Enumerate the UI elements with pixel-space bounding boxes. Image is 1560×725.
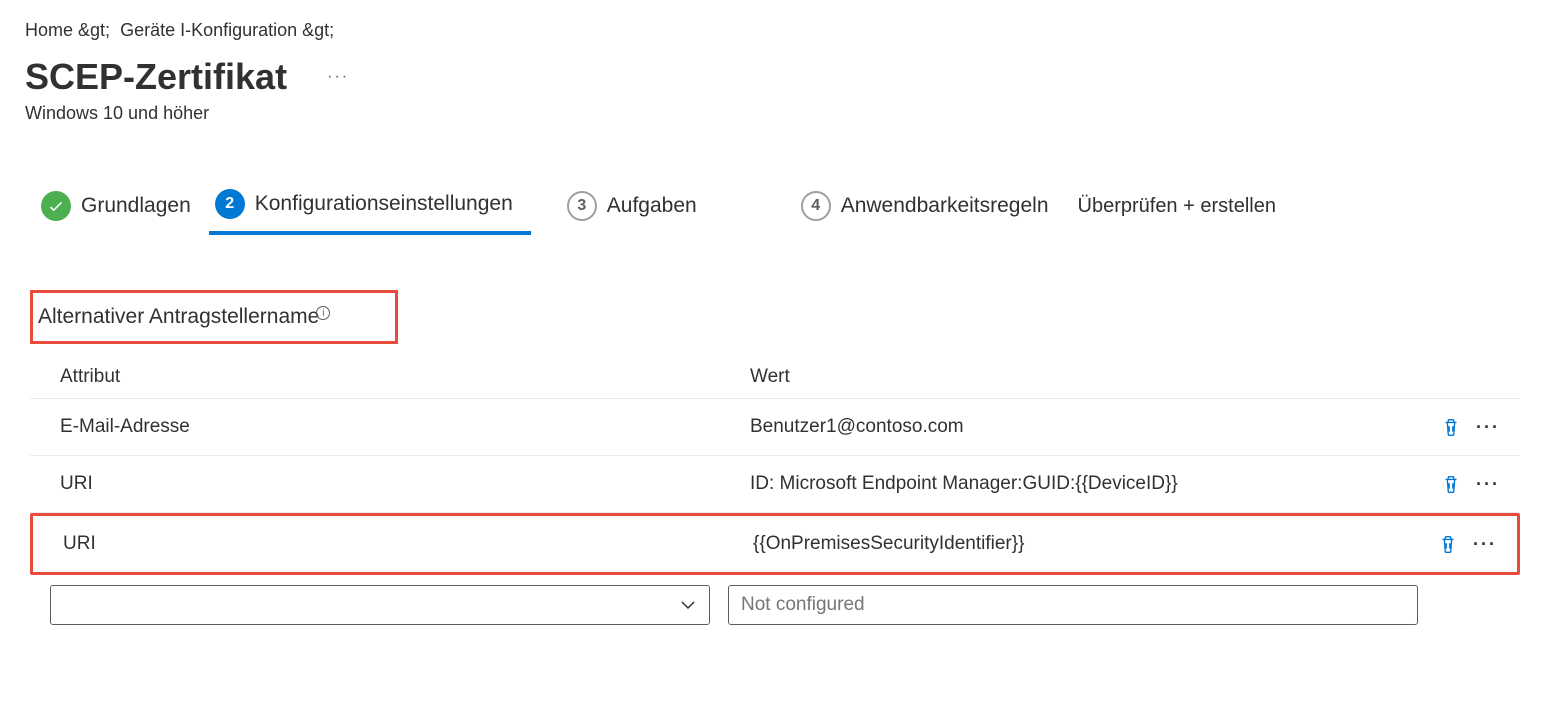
step-aufgaben[interactable]: 3 Aufgaben — [561, 181, 715, 233]
table-header: Attribut Wert — [30, 356, 1520, 399]
step-anwendbarkeit[interactable]: 4 Anwendbarkeitsregeln — [795, 181, 1067, 233]
column-header-attribut: Attribut — [50, 366, 740, 388]
checkmark-icon — [41, 191, 71, 221]
cell-attribut: URI — [53, 533, 743, 555]
step-label: Anwendbarkeitsregeln — [841, 194, 1049, 218]
step-ueberpruefen[interactable]: Überprüfen + erstellen — [1072, 185, 1294, 230]
title-more-menu[interactable]: ··· — [327, 68, 349, 86]
table-row: E-Mail-Adresse Benutzer1@contoso.com ··· — [30, 399, 1520, 456]
page-subtitle: Windows 10 und höher — [25, 103, 1535, 124]
step-label: Grundlagen — [81, 194, 191, 218]
step-label: Überprüfen + erstellen — [1078, 195, 1276, 218]
section-title: Alternativer Antragstellername — [38, 305, 319, 329]
page-title: SCEP-Zertifikat — [25, 56, 287, 98]
san-input-row: Not configured — [30, 575, 1520, 625]
step-label: Konfigurationseinstellungen — [255, 192, 513, 216]
chevron-down-icon — [679, 599, 697, 611]
cell-attribut: E-Mail-Adresse — [50, 416, 740, 438]
step-number-icon: 2 — [215, 189, 245, 219]
section-header-san: Alternativer Antragstellername i — [30, 290, 398, 344]
table-row: URI ID: Microsoft Endpoint Manager:GUID:… — [30, 456, 1520, 513]
more-icon[interactable]: ··· — [1476, 417, 1500, 438]
wert-input[interactable]: Not configured — [728, 585, 1418, 625]
trash-icon[interactable] — [1440, 472, 1462, 496]
info-icon[interactable]: i — [316, 306, 330, 320]
cell-wert: ID: Microsoft Endpoint Manager:GUID:{{De… — [740, 473, 1410, 495]
cell-wert: Benutzer1@contoso.com — [740, 416, 1410, 438]
breadcrumb-item-home[interactable]: Home &gt; — [25, 20, 110, 40]
san-section: Alternativer Antragstellername i Attribu… — [30, 290, 1535, 625]
more-icon[interactable]: ··· — [1476, 474, 1500, 495]
step-konfiguration[interactable]: 2 Konfigurationseinstellungen — [209, 179, 531, 235]
table-row-highlighted: URI {{OnPremisesSecurityIdentifier}} ··· — [30, 513, 1520, 575]
page-title-row: SCEP-Zertifikat ··· — [25, 56, 1535, 98]
step-number-icon: 4 — [801, 191, 831, 221]
trash-icon[interactable] — [1437, 532, 1459, 556]
attribut-dropdown[interactable] — [50, 585, 710, 625]
breadcrumb-item-devices[interactable]: Geräte I-Konfiguration &gt; — [120, 20, 334, 40]
breadcrumb: Home &gt; Geräte I-Konfiguration &gt; — [25, 20, 1535, 41]
more-icon[interactable]: ··· — [1473, 534, 1497, 555]
san-table: Attribut Wert E-Mail-Adresse Benutzer1@c… — [30, 356, 1520, 625]
cell-wert: {{OnPremisesSecurityIdentifier}} — [743, 533, 1407, 555]
step-grundlagen[interactable]: Grundlagen — [35, 181, 209, 233]
column-header-wert: Wert — [740, 366, 1500, 388]
wizard-stepper: Grundlagen 2 Konfigurationseinstellungen… — [25, 179, 1535, 235]
trash-icon[interactable] — [1440, 415, 1462, 439]
cell-attribut: URI — [50, 473, 740, 495]
step-number-icon: 3 — [567, 191, 597, 221]
step-label: Aufgaben — [607, 194, 697, 218]
